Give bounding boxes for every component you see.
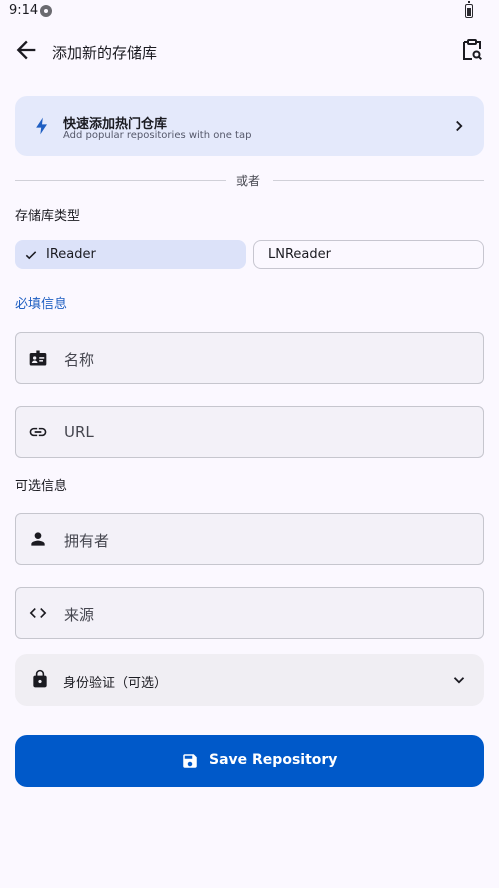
authentication-label: 身份验证（可选） bbox=[63, 676, 168, 691]
name-field-placeholder: 名称 bbox=[64, 351, 95, 369]
settings-status-icon bbox=[40, 5, 52, 17]
authentication-expander[interactable]: 身份验证（可选） bbox=[15, 654, 484, 706]
save-icon bbox=[183, 754, 197, 768]
repo-type-label: 存储库类型 bbox=[15, 209, 81, 224]
name-field[interactable]: 名称 bbox=[15, 332, 484, 384]
chip-lnreader[interactable]: LNReader bbox=[253, 240, 484, 269]
required-info-label: 必填信息 bbox=[15, 297, 68, 312]
quick-add-popular-repos-card[interactable]: 快速添加热门仓库 Add popular repositories with o… bbox=[15, 96, 484, 156]
chip-ireader-label: IReader bbox=[46, 247, 96, 262]
status-bar: 9:14 bbox=[0, 0, 499, 24]
person-icon bbox=[31, 532, 45, 546]
lightning-bolt-icon bbox=[36, 117, 47, 135]
arrow-back-icon bbox=[16, 40, 36, 60]
divider-or-text: 或者 bbox=[236, 174, 261, 188]
quick-add-subtitle: Add popular repositories with one tap bbox=[63, 130, 252, 141]
divider-left bbox=[15, 180, 226, 181]
source-field[interactable]: 来源 bbox=[15, 587, 484, 639]
chip-lnreader-label: LNReader bbox=[268, 247, 331, 262]
battery-icon bbox=[465, 1, 473, 18]
lock-icon bbox=[33, 669, 47, 688]
optional-info-label: 可选信息 bbox=[15, 479, 68, 494]
link-icon bbox=[29, 427, 47, 437]
check-icon bbox=[25, 251, 37, 260]
chip-ireader[interactable]: IReader bbox=[15, 240, 246, 269]
chevron-down-icon bbox=[453, 677, 465, 684]
divider-right bbox=[273, 180, 484, 181]
save-repository-label: Save Repository bbox=[209, 752, 338, 768]
paste-from-clipboard-button[interactable] bbox=[460, 38, 488, 66]
chevron-right-icon bbox=[456, 120, 463, 132]
code-icon bbox=[29, 608, 47, 618]
page-title: 添加新的存储库 bbox=[52, 44, 158, 62]
status-time: 9:14 bbox=[9, 3, 39, 18]
source-field-placeholder: 来源 bbox=[64, 606, 95, 624]
url-field-placeholder: URL bbox=[64, 423, 94, 441]
app-bar: 添加新的存储库 bbox=[0, 28, 499, 76]
clipboard-search-icon bbox=[463, 39, 483, 61]
save-repository-button[interactable]: Save Repository bbox=[15, 735, 484, 787]
back-button[interactable] bbox=[12, 36, 40, 64]
url-field[interactable]: URL bbox=[15, 406, 484, 458]
badge-icon bbox=[29, 350, 47, 366]
owner-field-placeholder: 拥有者 bbox=[64, 532, 110, 550]
owner-field[interactable]: 拥有者 bbox=[15, 513, 484, 565]
